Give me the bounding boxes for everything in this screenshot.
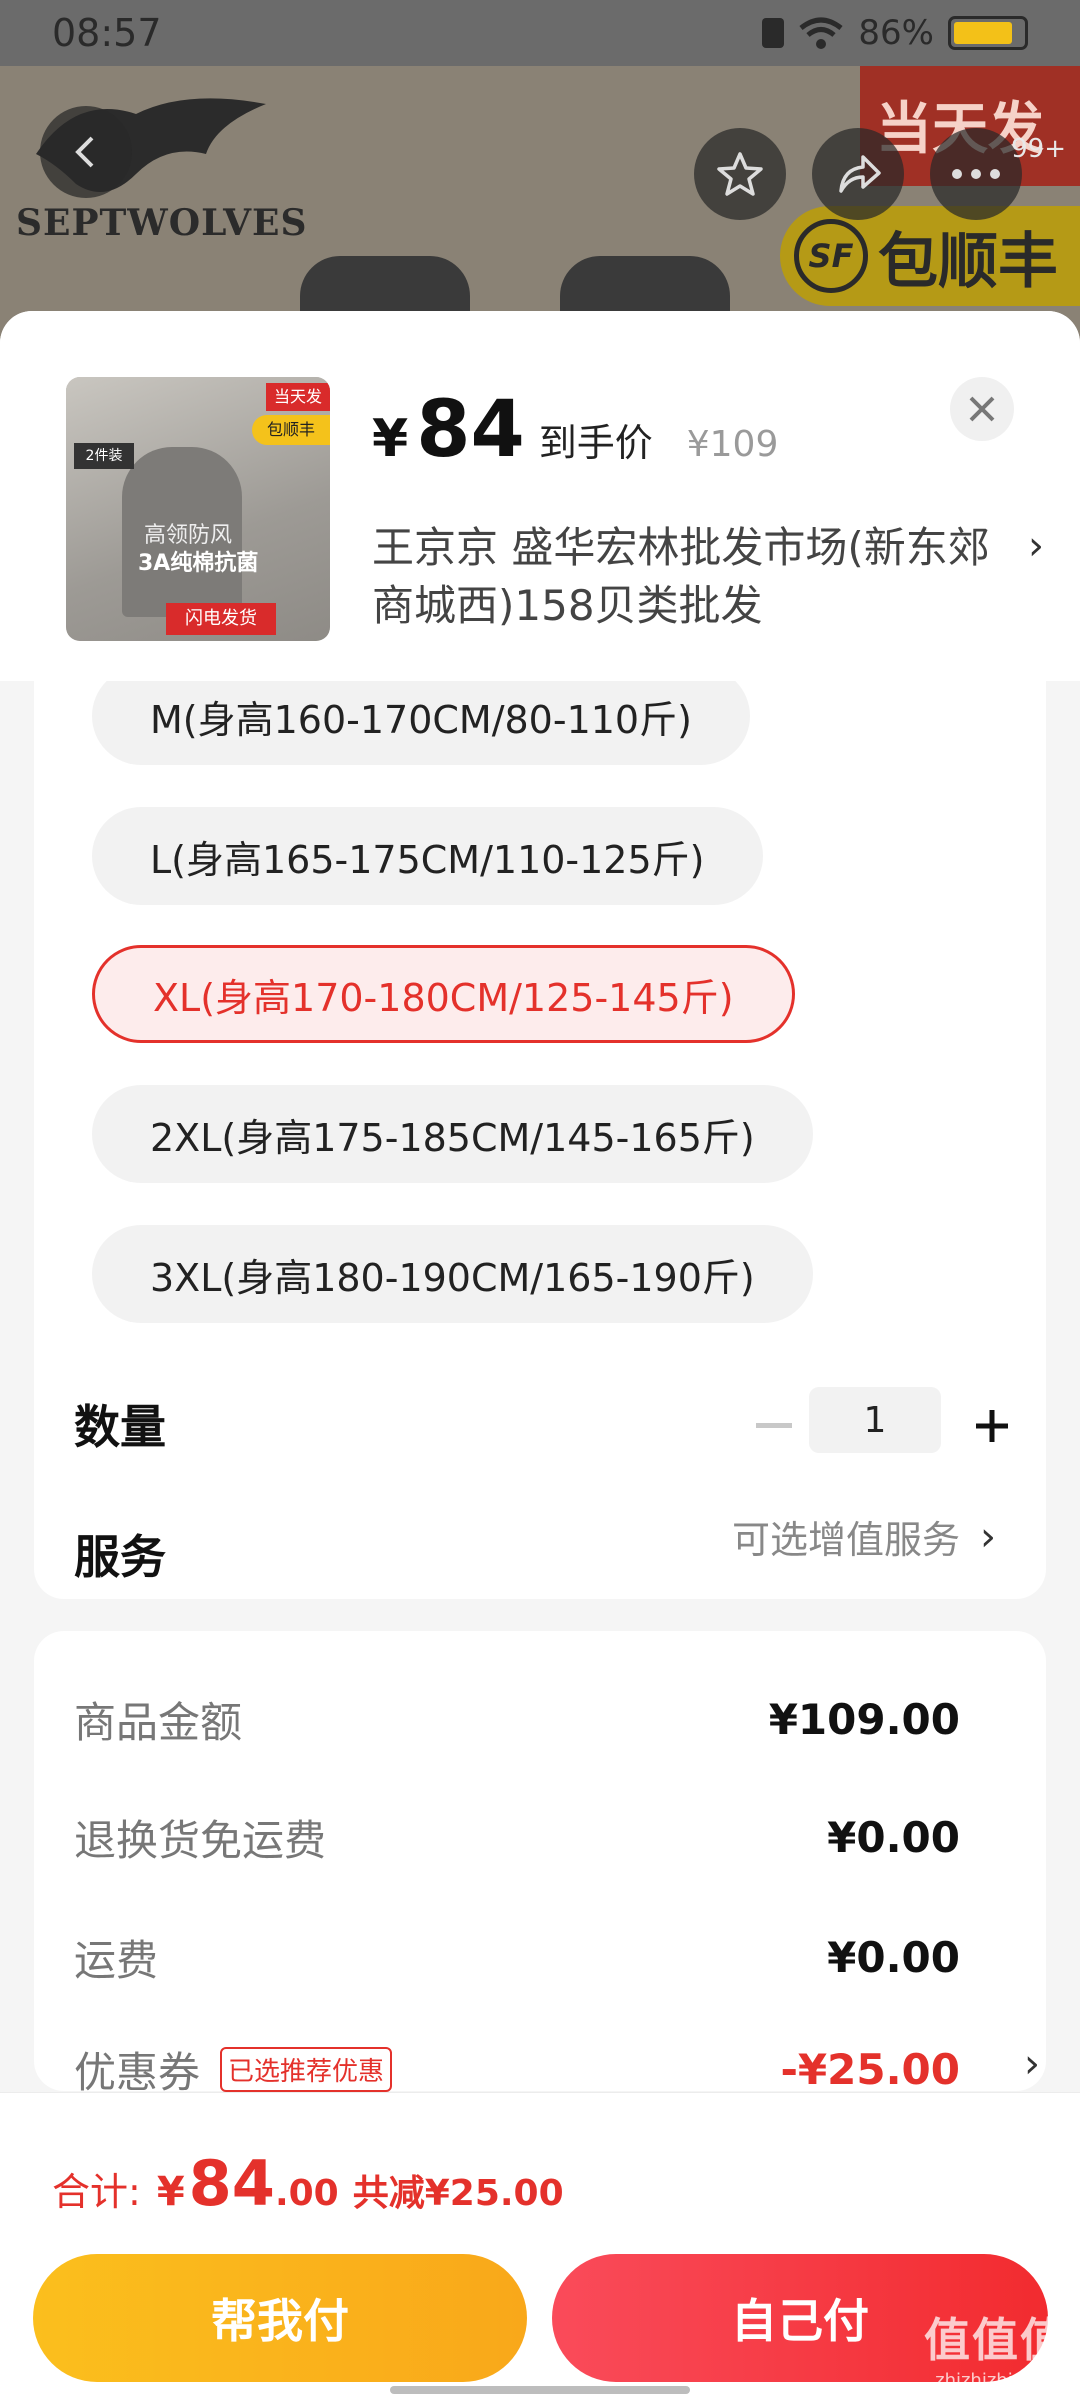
thumb-text-2: 3A纯棉抗菌 (138, 551, 259, 576)
more-icon (952, 169, 1000, 179)
quantity-label: 数量 (74, 1400, 166, 1454)
sheet-header: 当天发 包顺丰 2件装 高领防风 3A纯棉抗菌 闪电发货 ¥ 84 到手价 ¥1… (0, 311, 1080, 681)
battery-icon (948, 16, 1028, 50)
help-pay-button[interactable]: 帮我付 (33, 2254, 527, 2382)
product-thumbnail[interactable]: 当天发 包顺丰 2件装 高领防风 3A纯棉抗菌 闪电发货 (66, 377, 330, 641)
plus-icon (976, 1410, 1008, 1442)
total-amount-decimal: .00 (274, 2173, 339, 2214)
size-option-m[interactable]: M(身高160-170CM/80-110斤) (92, 681, 750, 765)
total-row: 合计: ¥ 84 .00 共减¥25.00 (52, 2147, 564, 2220)
service-value: 可选增值服务 (731, 1518, 960, 1562)
chevron-right-icon: › (1028, 523, 1044, 569)
product-banner: SEPTWOLVES 当天发 SF 包顺丰 99+ (0, 66, 1080, 346)
back-button[interactable] (40, 106, 132, 198)
goods-amount-row: 商品金额 ¥109.00 (74, 1689, 960, 1750)
battery-fill (954, 22, 1013, 44)
quantity-increase-button[interactable] (962, 1396, 1022, 1456)
return-fee-row: 退换货免运费 ¥0.00 (74, 1807, 960, 1868)
cart-count-badge: 99+ (1011, 134, 1066, 164)
sf-label: 包顺丰 (878, 226, 1058, 297)
coupon-row[interactable]: 优惠券 已选推荐优惠 -¥25.00 (74, 2039, 960, 2100)
close-icon (969, 396, 995, 422)
store-name[interactable]: 王京京 盛华宏林批发市场(新东郊商城西)158贝类批发 (372, 519, 992, 635)
brand-name: SEPTWOLVES (16, 202, 308, 244)
status-time: 08:57 (52, 11, 162, 55)
chevron-right-icon: › (980, 1513, 996, 1560)
total-label: 合计: (52, 2170, 141, 2214)
thumb-tag-pack: 2件装 (74, 443, 134, 469)
sf-tag: SF 包顺丰 (780, 206, 1080, 306)
coupon-tag: 已选推荐优惠 (220, 2047, 393, 2092)
share-icon (839, 155, 881, 193)
watermark-url: zhizhizhi.com (935, 2370, 1057, 2391)
original-price: ¥109 (686, 424, 779, 465)
amount-card: 商品金额 ¥109.00 退换货免运费 ¥0.00 运费 ¥0.00 优惠券 已… (34, 1631, 1046, 2097)
coupon-label-group: 优惠券 已选推荐优惠 (74, 2039, 393, 2100)
star-icon (717, 152, 763, 196)
sim-icon (762, 18, 785, 48)
watermark: 值值值 zhizhizhi.com (924, 2304, 1068, 2391)
quantity-input[interactable]: 1 (809, 1387, 941, 1453)
shipping-value: ¥0.00 (827, 1933, 960, 1982)
favorite-button[interactable] (694, 128, 786, 220)
price-currency: ¥ (372, 409, 409, 469)
return-fee-value: ¥0.00 (827, 1813, 960, 1862)
service-selector[interactable]: 可选增值服务 › (732, 1509, 996, 1564)
close-button[interactable] (950, 377, 1014, 441)
price-row: ¥ 84 到手价 ¥109 (372, 385, 778, 475)
minus-icon (756, 1423, 792, 1428)
checkout-footer: 合计: ¥ 84 .00 共减¥25.00 帮我付 自己付 (0, 2092, 1080, 2400)
thumb-tag-sf: 包顺丰 (252, 415, 330, 445)
thumb-tag-flash: 闪电发货 (166, 603, 276, 635)
more-button[interactable] (930, 128, 1022, 220)
battery-percent: 86% (858, 13, 934, 53)
shipping-row: 运费 ¥0.00 (74, 1927, 960, 1988)
coupon-label: 优惠券 (74, 2048, 201, 2097)
shipping-label: 运费 (74, 1936, 159, 1985)
sku-sheet: 当天发 包顺丰 2件装 高领防风 3A纯棉抗菌 闪电发货 ¥ 84 到手价 ¥1… (0, 311, 1080, 2400)
size-option-3xl[interactable]: 3XL(身高180-190CM/165-190斤) (92, 1225, 813, 1323)
sf-icon: SF (794, 219, 868, 293)
home-indicator[interactable] (390, 2386, 690, 2394)
status-icons: 86% (762, 13, 1028, 53)
quantity-decrease-button[interactable] (744, 1396, 804, 1456)
return-fee-label: 退换货免运费 (74, 1816, 327, 1865)
final-price: 84 (416, 385, 525, 475)
wifi-icon (799, 17, 843, 49)
total-amount: 84 (188, 2147, 275, 2220)
goods-amount-label: 商品金额 (74, 1698, 243, 1747)
watermark-logo: 值值值 (924, 2313, 1068, 2367)
share-button[interactable] (812, 128, 904, 220)
size-option-2xl[interactable]: 2XL(身高175-185CM/145-165斤) (92, 1085, 813, 1183)
chevron-right-icon: › (1024, 2041, 1040, 2087)
size-option-l[interactable]: L(身高165-175CM/110-125斤) (92, 807, 763, 905)
coupon-value: -¥25.00 (780, 2045, 960, 2094)
goods-amount-value: ¥109.00 (768, 1695, 960, 1744)
status-bar: 08:57 86% (0, 0, 1080, 66)
total-currency: ¥ (156, 2169, 185, 2215)
service-label: 服务 (74, 1530, 166, 1584)
total-discount: 共减¥25.00 (352, 2173, 564, 2214)
size-option-xl[interactable]: XL(身高170-180CM/125-145斤) (92, 945, 795, 1043)
back-icon (75, 136, 94, 168)
thumb-tag-same-day: 当天发 (266, 383, 330, 411)
options-card: M(身高160-170CM/80-110斤) L(身高165-175CM/110… (34, 681, 1046, 1599)
final-price-label: 到手价 (538, 421, 653, 465)
